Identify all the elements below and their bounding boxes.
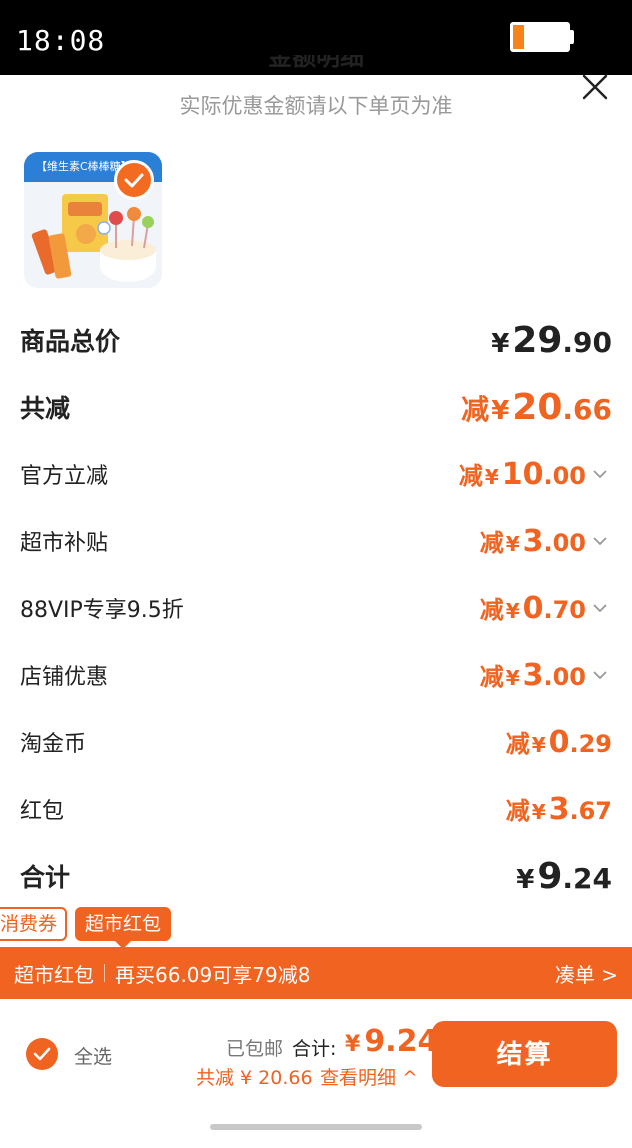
chevron-down-icon[interactable]: [592, 532, 612, 551]
tag-supermarket-red-packet[interactable]: 超市红包: [75, 907, 172, 949]
amount-decimal: .90: [562, 325, 612, 359]
currency-symbol: ¥: [516, 864, 535, 895]
discount-value: 减 ¥ 3 .00: [480, 523, 612, 559]
promo-divider: [104, 964, 105, 982]
amount-decimal: .00: [543, 529, 586, 557]
chevron-down-icon[interactable]: [592, 666, 612, 685]
discount-row-supermarket-subsidy[interactable]: 超市补贴 减 ¥ 3 .00: [20, 521, 612, 561]
discount-value: 减 ¥ 3 .67: [506, 791, 612, 827]
currency-symbol: ¥: [484, 465, 499, 489]
amount-integer: 20: [512, 386, 563, 428]
footer-total-amount: ¥ 9.24: [345, 1024, 438, 1059]
amount-decimal: .66: [562, 392, 612, 426]
discount-row-official[interactable]: 官方立减 减 ¥ 10 .00: [20, 454, 612, 494]
grand-total-label: 合计: [20, 863, 71, 892]
discount-label: 官方立减: [20, 464, 109, 489]
subtotal-row: 商品总价 ¥ 29 .90: [20, 320, 612, 361]
checkout-button[interactable]: 结算: [432, 1021, 617, 1087]
discount-value: 减 ¥ 0 .70: [480, 590, 612, 626]
battery-cap: [570, 30, 574, 44]
amount-integer: 0: [548, 725, 570, 760]
currency-symbol: ¥: [505, 532, 520, 556]
currency-symbol: ¥: [531, 800, 546, 824]
product-selected-checkbox[interactable]: [114, 160, 154, 200]
currency-symbol: ¥: [531, 733, 546, 757]
check-icon: [33, 1047, 51, 1061]
discount-label: 店铺优惠: [20, 665, 109, 690]
discount-value: 减 ¥ 3 .00: [480, 657, 612, 693]
amount-integer: 3: [522, 524, 544, 559]
status-time: 18:08: [16, 24, 106, 57]
discount-label: 淘金币: [20, 732, 87, 757]
promo-title: 超市红包: [14, 962, 94, 987]
discount-row-88vip[interactable]: 88VIP专享9.5折 减 ¥ 0 .70: [20, 588, 612, 628]
discount-prefix: 减: [458, 462, 483, 490]
chevron-down-icon[interactable]: [592, 599, 612, 618]
total-discount-row: 共减 减 ¥ 20 .66: [20, 387, 612, 428]
close-button[interactable]: [580, 72, 610, 102]
currency-symbol: ¥: [505, 599, 520, 623]
discount-label: 红包: [20, 799, 65, 824]
amount-integer: 0: [522, 591, 544, 626]
amount-integer: 3: [548, 792, 570, 827]
discount-label: 超市补贴: [20, 531, 109, 556]
subtotal-value: ¥ 29 .90: [491, 320, 612, 361]
amount-decimal: .24: [562, 861, 612, 895]
add-items-link[interactable]: 凑单 >: [555, 959, 618, 988]
check-icon: [124, 173, 144, 188]
subtotal-label: 商品总价: [20, 327, 121, 356]
home-indicator: [210, 1124, 422, 1130]
amount-decimal: .29: [569, 730, 612, 758]
currency-symbol: ¥: [345, 1032, 361, 1057]
discount-prefix: 减: [461, 392, 490, 426]
amount-decimal: .00: [543, 462, 586, 490]
discount-row-taojinbi: 淘金币 减 ¥ 0 .29: [20, 722, 612, 762]
amount-decimal: .67: [569, 797, 612, 825]
close-icon: [582, 74, 608, 100]
discount-prefix: 减: [505, 730, 530, 758]
coupon-tags: 消费券 超市红包: [0, 907, 172, 949]
amount-integer: 29: [512, 319, 563, 361]
sheet-title: 金额明细: [0, 55, 632, 77]
sheet-title-text: 金额明细: [268, 55, 364, 71]
sheet-subtitle: 实际优惠金额请以下单页为准: [179, 94, 453, 118]
currency-symbol: ¥: [491, 395, 510, 426]
discount-value: 减 ¥ 0 .29: [506, 724, 612, 760]
amount-decimal: .00: [543, 663, 586, 691]
amount-integer: 10: [501, 457, 544, 492]
currency-symbol: ¥: [491, 328, 510, 359]
currency-symbol: ¥: [505, 666, 520, 690]
discount-row-shop[interactable]: 店铺优惠 减 ¥ 3 .00: [20, 655, 612, 695]
tag-label: 超市红包: [85, 913, 162, 935]
tag-consumer-coupon[interactable]: 消费券: [0, 907, 68, 941]
total-discount-value: 减 ¥ 20 .66: [461, 387, 612, 428]
battery-fill: [513, 25, 524, 49]
discount-prefix: 减: [479, 529, 504, 557]
discount-label: 88VIP专享9.5折: [20, 598, 184, 623]
discount-prefix: 减: [479, 596, 504, 624]
free-shipping-label: 已包邮: [226, 1038, 284, 1060]
grand-total-row: 合计 ¥ 9 .24: [20, 856, 612, 897]
promo-text: 再买66.09可享79减8: [115, 962, 311, 987]
discount-prefix: 减: [479, 663, 504, 691]
select-all-checkbox[interactable]: [26, 1038, 58, 1070]
amount-integer: 9: [537, 855, 563, 897]
discount-prefix: 减: [505, 797, 530, 825]
footer-total-label: 合计:: [292, 1038, 337, 1060]
amount-decimal: .70: [543, 596, 586, 624]
amount-integer: 3: [522, 658, 544, 693]
select-all-label[interactable]: 全选: [74, 1042, 112, 1069]
footer-saved-amount: 共减 ¥ 20.66: [196, 1067, 313, 1089]
battery-icon: [510, 22, 570, 52]
chevron-down-icon[interactable]: [592, 465, 612, 484]
view-details-link[interactable]: 查看明细 ^: [320, 1063, 418, 1090]
total-discount-label: 共减: [20, 394, 71, 423]
footer-total-value: 9.24: [364, 1024, 439, 1059]
discount-value: 减 ¥ 10 .00: [459, 456, 612, 492]
discount-row-red-packet: 红包 减 ¥ 3 .67: [20, 789, 612, 829]
promo-bar: 超市红包 再买66.09可享79减8 凑单 >: [0, 947, 632, 999]
grand-total-value: ¥ 9 .24: [516, 856, 612, 897]
